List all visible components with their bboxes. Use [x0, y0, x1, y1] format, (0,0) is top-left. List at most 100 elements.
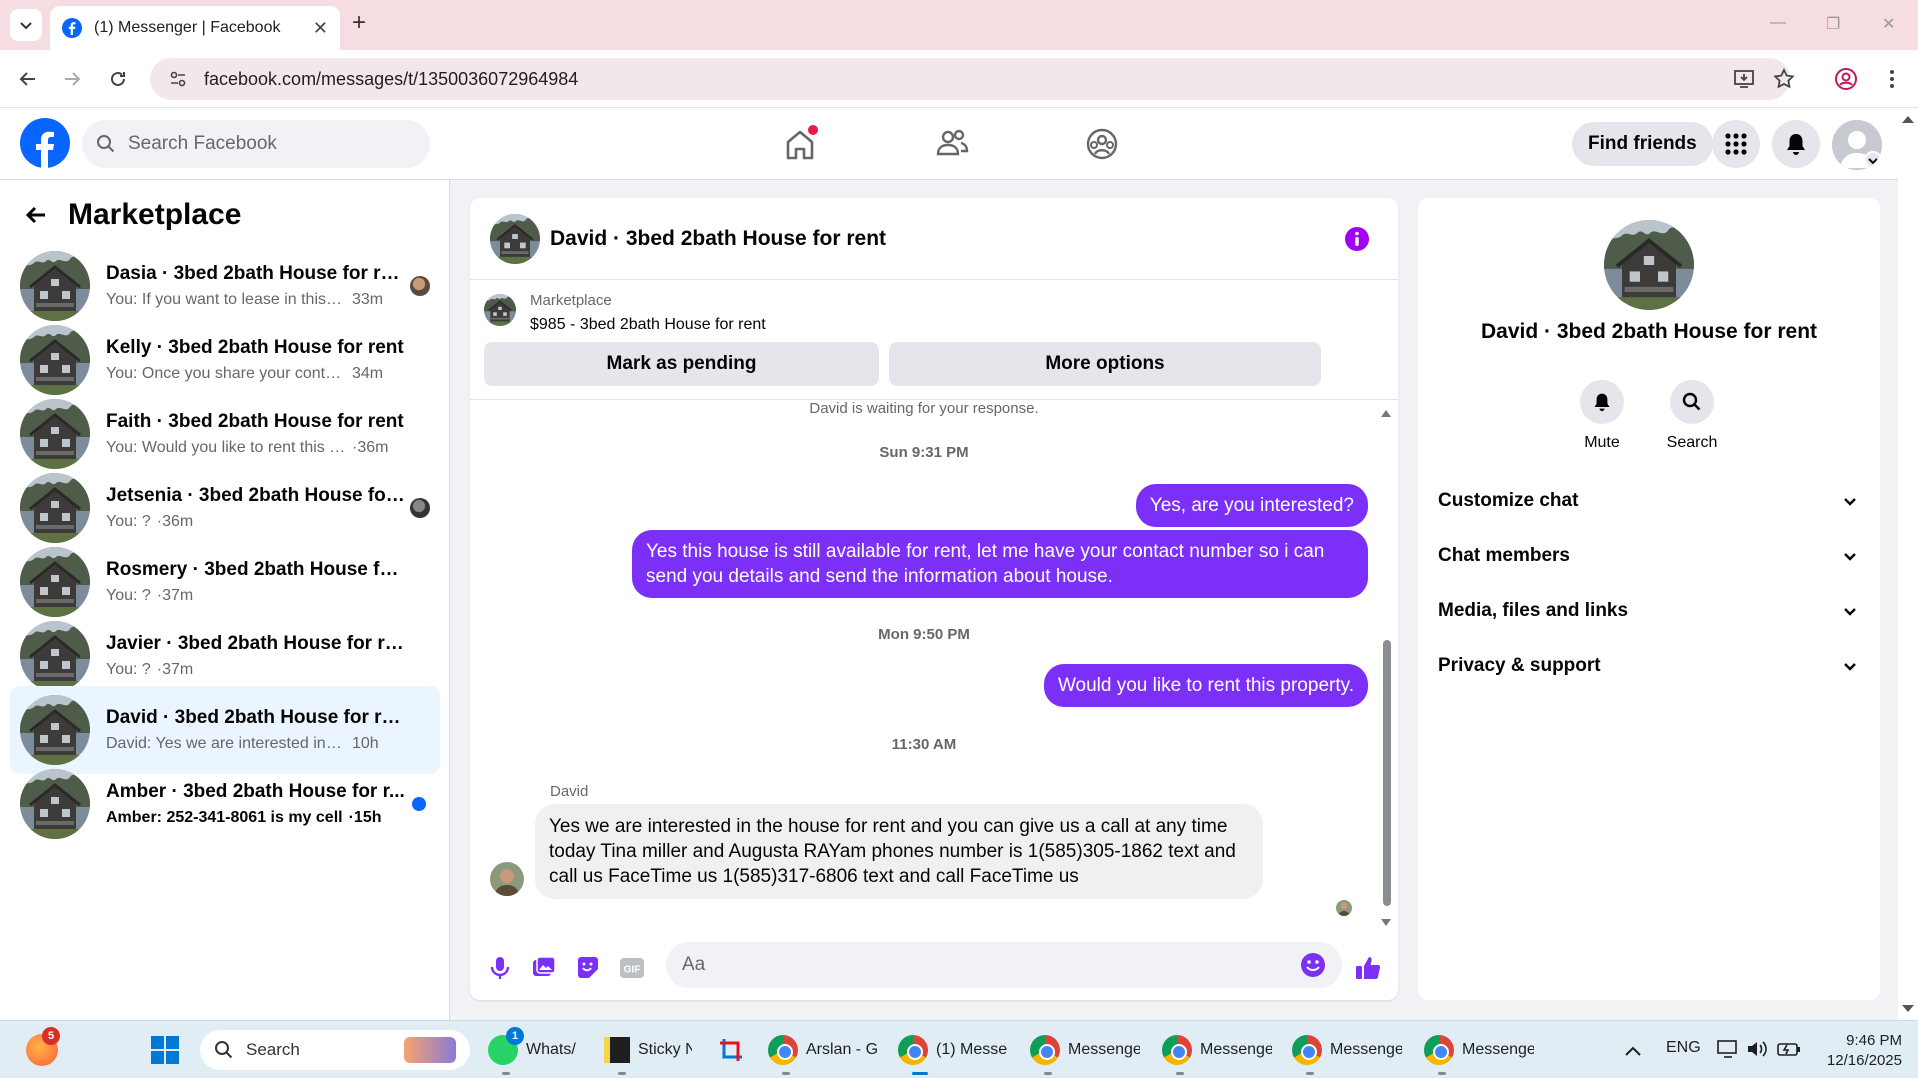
notifications-button[interactable]	[1772, 120, 1820, 168]
waiting-notice: David is waiting for your response.	[809, 400, 1039, 417]
preview-text: You: ?	[106, 513, 151, 530]
start-button[interactable]	[150, 1031, 180, 1069]
search-icon	[97, 135, 115, 153]
chat-title[interactable]: David · 3bed 2bath House for rent	[550, 227, 886, 251]
back-arrow-icon[interactable]	[24, 203, 48, 227]
home-icon[interactable]	[780, 124, 820, 164]
page-scrollbar[interactable]	[1898, 108, 1918, 1020]
scrollbar-thumb[interactable]	[1383, 640, 1391, 906]
running-indicator	[1438, 1072, 1446, 1075]
taskbar-app-chrome-arslan[interactable]: Arslan - G	[768, 1031, 880, 1075]
taskbar-app-chrome-messenger-5[interactable]: Messenge	[1424, 1031, 1536, 1075]
taskbar-app-chrome-messenger-3[interactable]: Messenge	[1162, 1031, 1274, 1075]
taskbar-browser-pinned[interactable]: 5	[26, 1027, 60, 1069]
message-scrollbar[interactable]	[1380, 408, 1392, 928]
tab-title: (1) Messenger | Facebook	[94, 19, 281, 36]
back-icon[interactable]	[16, 67, 40, 91]
minimize-icon[interactable]: —	[1770, 14, 1786, 32]
facebook-search-input[interactable]	[128, 133, 408, 155]
outgoing-message[interactable]: Yes, are you interested?	[1135, 484, 1368, 527]
mute-action[interactable]: Mute	[1562, 380, 1642, 452]
facebook-header: Find friends	[0, 108, 1898, 180]
section-privacy-support[interactable]: Privacy & support	[1438, 646, 1858, 686]
address-bar[interactable]: facebook.com/messages/t/1350036072964984	[150, 58, 1790, 100]
more-options-button[interactable]: More options	[889, 342, 1321, 386]
site-info-icon[interactable]	[168, 69, 188, 89]
gif-icon[interactable]: GIF	[618, 954, 646, 982]
listing-price-title[interactable]: $985 - 3bed 2bath House for rent	[530, 316, 766, 334]
outgoing-message[interactable]: Would you like to rent this property.	[1043, 664, 1368, 707]
clock-time: 9:46 PM	[1846, 1032, 1902, 1049]
tab-search-button[interactable]	[10, 9, 42, 41]
taskbar-app-chrome-messenger-1[interactable]: (1) Messer	[898, 1031, 1010, 1075]
facebook-search[interactable]	[82, 120, 430, 168]
sticker-icon[interactable]	[574, 954, 602, 982]
scroll-down-icon[interactable]	[1901, 1004, 1915, 1014]
new-tab-icon[interactable]: +	[352, 11, 366, 35]
scroll-up-icon[interactable]	[1901, 114, 1915, 124]
section-media-files-links[interactable]: Media, files and links	[1438, 591, 1858, 631]
bookmark-star-icon[interactable]	[1772, 67, 1798, 93]
listing-thumbnail[interactable]	[484, 294, 516, 326]
info-icon[interactable]	[1344, 226, 1370, 252]
system-clock[interactable]: 9:46 PM 12/16/2025	[1812, 1031, 1902, 1071]
mark-as-pending-button[interactable]: Mark as pending	[484, 342, 879, 386]
find-friends-button[interactable]: Find friends	[1572, 122, 1713, 166]
conversation-thumbnail	[20, 769, 90, 839]
facebook-logo-icon[interactable]	[20, 118, 70, 168]
forward-icon[interactable]	[60, 67, 84, 91]
friends-icon[interactable]	[932, 124, 972, 164]
reload-icon[interactable]	[106, 67, 130, 91]
volume-icon[interactable]	[1746, 1039, 1768, 1059]
conversation-name: Dasia · 3bed 2bath House for rent	[106, 263, 406, 284]
tray-expand-icon[interactable]	[1624, 1045, 1642, 1057]
composer-bar: GIF	[470, 938, 1398, 1000]
language-indicator[interactable]: ENG	[1666, 1039, 1701, 1057]
install-app-icon[interactable]	[1732, 67, 1758, 93]
section-customize-chat[interactable]: Customize chat	[1438, 481, 1858, 521]
conversation-text: Dasia · 3bed 2bath House for rent You: If…	[106, 263, 406, 309]
profile-icon[interactable]	[1834, 67, 1860, 93]
outgoing-message[interactable]: Yes this house is still available for re…	[632, 530, 1368, 598]
marketplace-label: Marketplace	[530, 292, 612, 309]
browser-menu-icon[interactable]	[1880, 67, 1906, 93]
emoji-icon[interactable]	[1300, 952, 1326, 978]
groups-icon[interactable]	[1082, 124, 1122, 164]
taskbar-app-label: Messenge	[1462, 1041, 1534, 1058]
sender-avatar[interactable]	[490, 862, 524, 896]
taskbar-app-snipping-tool[interactable]	[718, 1031, 754, 1069]
chrome-icon	[898, 1035, 928, 1065]
account-avatar[interactable]	[1832, 120, 1882, 170]
taskbar-app-sticky-notes[interactable]: Sticky N	[604, 1031, 694, 1075]
close-window-icon[interactable]: ✕	[1882, 14, 1895, 34]
thumbs-up-icon[interactable]	[1354, 954, 1382, 982]
taskbar-app-chrome-messenger-2[interactable]: Messenge	[1030, 1031, 1142, 1075]
taskbar-search[interactable]: Search	[200, 1030, 470, 1070]
message-input[interactable]	[682, 954, 1282, 976]
search-icon	[215, 1041, 233, 1059]
section-chat-members[interactable]: Chat members	[1438, 536, 1858, 576]
photo-icon[interactable]	[530, 954, 558, 982]
taskbar-app-chrome-messenger-4[interactable]: Messenge	[1292, 1031, 1404, 1075]
preview-time: ·37m	[156, 587, 194, 604]
message-list[interactable]: David is waiting for your response. Sun …	[470, 400, 1398, 930]
browser-tab-active[interactable]: (1) Messenger | Facebook ✕	[50, 6, 340, 50]
network-icon[interactable]	[1716, 1039, 1740, 1059]
chrome-icon	[1030, 1035, 1060, 1065]
restore-icon[interactable]: ❐	[1826, 14, 1840, 34]
tab-close-icon[interactable]: ✕	[313, 18, 328, 39]
clock-date: 12/16/2025	[1826, 1052, 1902, 1069]
incoming-message[interactable]: Yes we are interested in the house for r…	[535, 804, 1263, 899]
battery-icon[interactable]	[1776, 1039, 1802, 1059]
microphone-icon[interactable]	[486, 954, 514, 982]
scroll-up-icon[interactable]	[1380, 408, 1392, 418]
chat-avatar[interactable]	[490, 214, 540, 264]
conversation-name: Amber · 3bed 2bath House for r...	[106, 781, 405, 802]
taskbar-app-whatsapp[interactable]: 1 Whats/	[488, 1027, 578, 1075]
conversation-item[interactable]: Amber · 3bed 2bath House for r... Amber: …	[10, 760, 440, 848]
search-action[interactable]: Search	[1652, 380, 1732, 452]
scroll-down-icon[interactable]	[1380, 918, 1392, 928]
details-avatar[interactable]	[1604, 220, 1694, 310]
message-composer[interactable]	[666, 942, 1342, 988]
menu-grid-button[interactable]	[1712, 120, 1760, 168]
